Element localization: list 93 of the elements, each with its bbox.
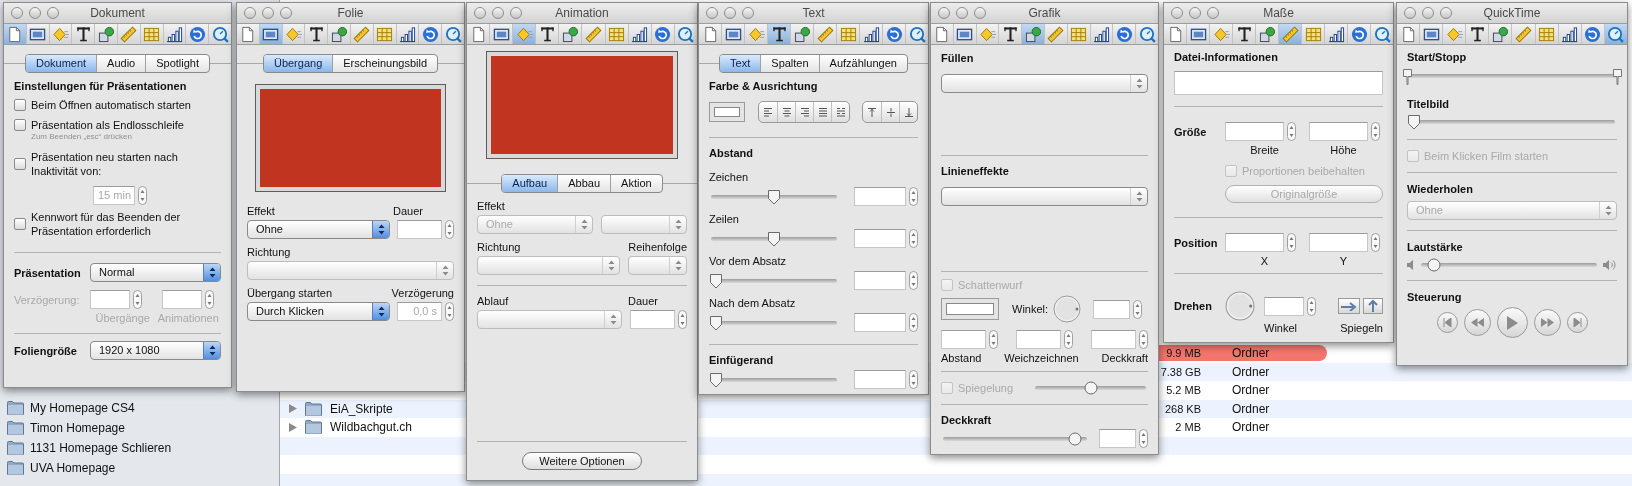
file-kind: Ordner xyxy=(1232,400,1270,418)
section-heading: Lautstärke xyxy=(1407,240,1464,254)
file-kind: Ordner xyxy=(1232,363,1270,381)
field-label: Reihenfolge xyxy=(628,240,687,254)
window-title: Animation xyxy=(555,6,609,20)
field-caption: Abstand xyxy=(941,351,982,365)
checkbox-label: Beim Klicken Film starten xyxy=(1424,149,1549,163)
window-title: Text xyxy=(802,6,825,20)
segment-tab[interactable]: Übergang xyxy=(263,55,333,72)
field-caption: Winkel xyxy=(1264,321,1297,335)
field-label: Verzögerung: xyxy=(14,292,81,307)
file-size: 7.38 GB xyxy=(1160,364,1201,380)
file-size: 5.2 MB xyxy=(1166,383,1201,398)
checkbox-label: Präsentation als Endlosschleife xyxy=(31,118,184,132)
field-label: Übergang starten xyxy=(247,286,332,300)
file-size: 9.9 MB xyxy=(1166,346,1201,361)
segment-tab[interactable]: Aktion xyxy=(610,175,662,192)
field-label: Winkel: xyxy=(1012,302,1049,316)
window-title: Grafik xyxy=(1028,6,1061,20)
section-heading: Füllen xyxy=(941,51,975,65)
file-size: 2 MB xyxy=(1175,420,1201,435)
sidebar-item[interactable]: Timon Homepage xyxy=(7,418,279,438)
window-title: Maße xyxy=(1263,6,1294,20)
section-heading: Abstand xyxy=(709,146,754,160)
popup-menu[interactable]: Ohne xyxy=(247,220,390,239)
file-kind: Ordner xyxy=(1232,382,1270,400)
window-title: Folie xyxy=(337,6,364,20)
segment-tab[interactable]: Aufzählungen xyxy=(818,55,907,72)
segment-tab[interactable]: Aufbau xyxy=(502,175,558,192)
section-heading: Einfügerand xyxy=(709,353,775,367)
popup-menu[interactable]: Normal xyxy=(90,263,221,282)
field-caption: Deckkraft xyxy=(1101,351,1148,365)
file-size: 268 KB xyxy=(1164,401,1201,417)
window-title: Dokument xyxy=(90,6,145,20)
field-caption: Spiegeln xyxy=(1340,321,1383,335)
field-label: Zeilen xyxy=(709,212,740,226)
hint-text: Zum Beenden „esc“ drücken xyxy=(30,132,133,142)
field-caption: Höhe xyxy=(1329,143,1358,157)
field-caption: Weichzeichnen xyxy=(1004,351,1079,365)
field-label: Richtung xyxy=(247,245,292,259)
section-heading: Datei-Informationen xyxy=(1174,50,1279,64)
checkbox-label: Kennwort für das Beenden der Präsentation erforderlich xyxy=(31,210,182,238)
segment-tab[interactable]: Erscheinungsbild xyxy=(332,55,438,72)
segment-tab[interactable]: Text xyxy=(720,55,761,72)
section-heading: Deckkraft xyxy=(941,413,993,427)
field-caption: Y xyxy=(1338,254,1349,268)
section-heading: Position xyxy=(1174,235,1219,250)
section-heading: Foliengröße xyxy=(14,343,78,358)
field-caption: X xyxy=(1259,254,1270,268)
file-name: Wildbachgut.ch xyxy=(330,419,413,437)
checkbox-label: Schattenwurf xyxy=(958,278,1023,292)
file-kind: Ordner xyxy=(1232,345,1270,363)
field-label: Nach dem Absatz xyxy=(709,296,797,310)
sidebar-item[interactable]: 1131 Homepage Schlieren xyxy=(7,438,279,458)
section-heading: Steuerung xyxy=(1407,290,1463,304)
segment-tab[interactable]: Audio xyxy=(96,55,146,72)
segment-tab[interactable]: Spotlight xyxy=(145,55,210,72)
checkbox-label: Präsentation neu starten nach Inaktivität von: xyxy=(31,150,179,178)
segment-tab[interactable]: Dokument xyxy=(25,55,97,72)
checkbox-label: Proportionen beibehalten xyxy=(1242,164,1365,178)
field-label: Richtung xyxy=(477,240,521,254)
segment-tab[interactable]: Abbau xyxy=(557,175,611,192)
section-heading: Einstellungen für Präsentationen xyxy=(14,79,188,93)
section-heading: Linieneffekte xyxy=(941,164,1010,178)
field-caption: Übergänge xyxy=(94,311,151,325)
popup-menu[interactable]: Durch Klicken xyxy=(247,302,390,321)
field-label: Effekt xyxy=(477,199,506,213)
section-heading: Start/Stopp xyxy=(1407,50,1468,64)
field-label: Zeichen xyxy=(709,170,750,184)
sidebar-item[interactable]: My Homepage CS4 xyxy=(7,398,279,418)
file-kind: Ordner xyxy=(1232,419,1270,437)
field-label: Ablauf xyxy=(477,294,510,308)
section-heading: Titelbild xyxy=(1407,97,1450,111)
checkbox-label: Beim Öffnen automatisch starten xyxy=(31,98,191,112)
field-label: Verzögerung xyxy=(391,286,454,300)
field-label: Vor dem Absatz xyxy=(709,254,788,268)
file-name: EiA_Skripte xyxy=(330,400,393,418)
checkbox-label: Spiegelung xyxy=(958,381,1014,395)
section-heading: Größe xyxy=(1174,124,1208,139)
section-heading: Wiederholen xyxy=(1407,182,1474,196)
field-label: Dauer xyxy=(393,204,424,218)
field-caption: Breite xyxy=(1249,143,1280,157)
section-heading: Präsentation xyxy=(14,265,82,280)
window-title: QuickTime xyxy=(1483,6,1541,20)
sidebar-item[interactable]: UVA Homepage xyxy=(7,458,279,478)
section-heading: Drehen xyxy=(1174,299,1213,313)
field-label: Dauer xyxy=(628,294,659,308)
field-caption: Animationen xyxy=(156,311,220,325)
segment-tab[interactable]: Spalten xyxy=(760,55,819,72)
field-label: Effekt xyxy=(247,204,276,218)
popup-menu[interactable]: 1920 x 1080 xyxy=(90,341,221,360)
more-options-button[interactable]: Weitere Optionen xyxy=(522,452,642,470)
section-heading: Farbe & Ausrichtung xyxy=(709,79,819,93)
